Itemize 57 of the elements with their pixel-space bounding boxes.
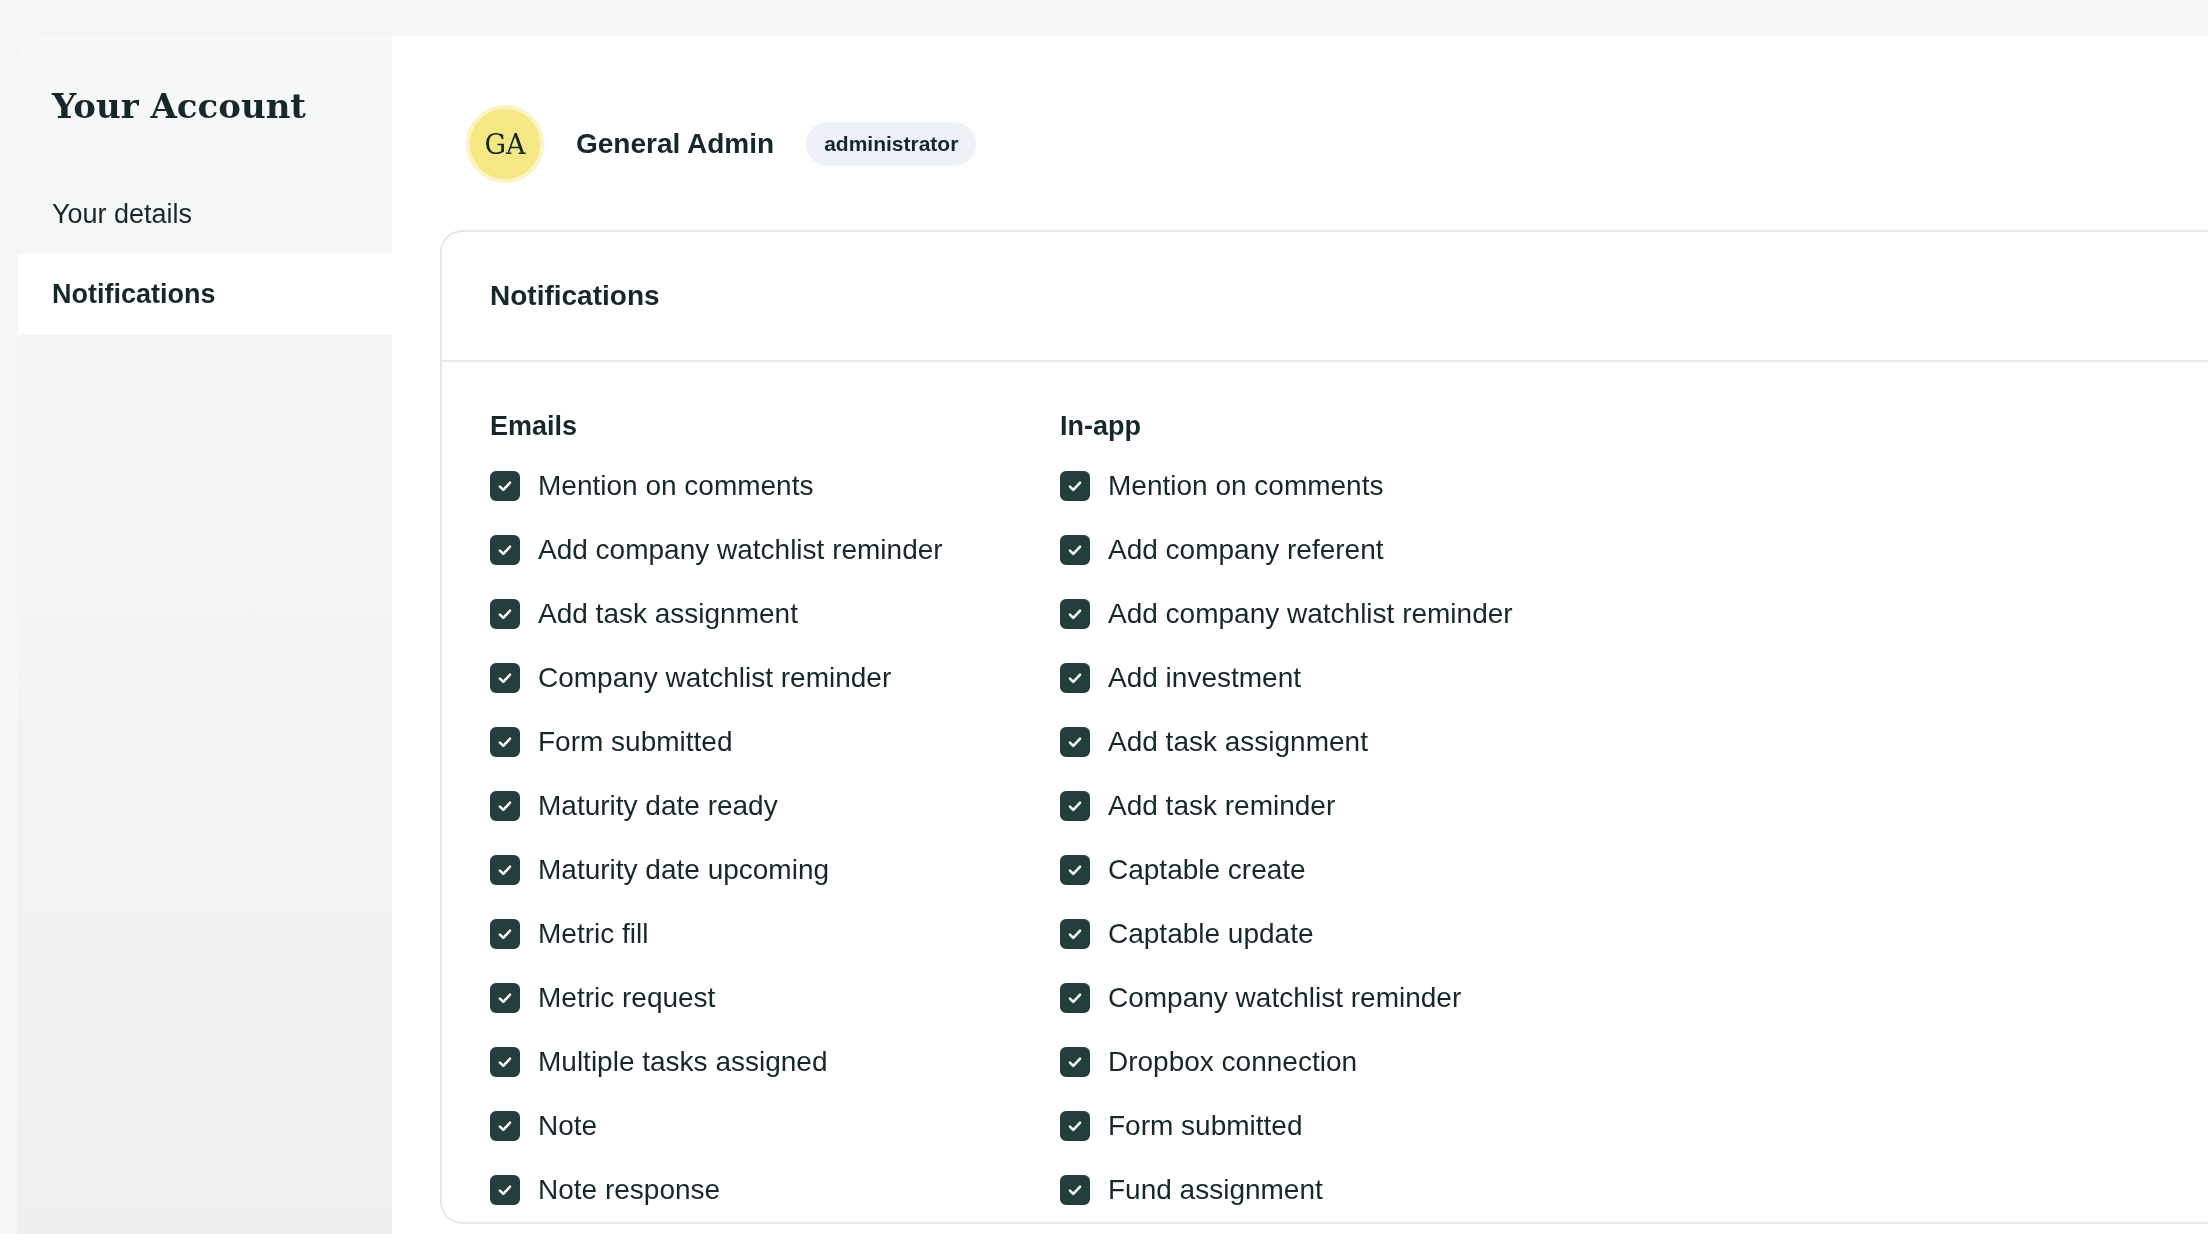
checkbox[interactable]	[490, 1175, 520, 1205]
checkbox[interactable]	[490, 471, 520, 501]
avatar: GA	[466, 105, 544, 183]
checkbox[interactable]	[490, 1047, 520, 1077]
checkbox[interactable]	[1060, 727, 1090, 757]
checkbox-option[interactable]: Company watchlist reminder	[490, 646, 1060, 710]
sidebar-item[interactable]: Notifications	[18, 254, 392, 334]
checkbox[interactable]	[1060, 1047, 1090, 1077]
checkbox[interactable]	[1060, 919, 1090, 949]
checkbox-option[interactable]: Mention on comments	[490, 454, 1060, 518]
checkbox-option[interactable]: Add company referent	[1060, 518, 1630, 582]
checkbox[interactable]	[1060, 791, 1090, 821]
checkbox-option[interactable]: Note response	[490, 1158, 1060, 1222]
checkbox-option[interactable]: Add investment	[1060, 646, 1630, 710]
card-title: Notifications	[490, 280, 660, 312]
checkbox-option[interactable]: Metric fill	[490, 902, 1060, 966]
section-heading: In-app	[1060, 410, 1142, 443]
checkbox[interactable]	[490, 599, 520, 629]
checkbox[interactable]	[490, 983, 520, 1013]
checkbox[interactable]	[1060, 855, 1090, 885]
checkbox-option[interactable]: Maturity date upcoming	[490, 838, 1060, 902]
checkbox-option[interactable]: Multiple tasks assigned	[490, 1030, 1060, 1094]
checkbox[interactable]	[490, 855, 520, 885]
checkbox-option[interactable]: Captable update	[1060, 902, 1630, 966]
user-name: General Admin	[576, 128, 775, 160]
checkbox-option[interactable]: Form submitted	[490, 710, 1060, 774]
checkbox-option[interactable]: Mention on comments	[1060, 454, 1630, 518]
sidebar-title: Your Account	[50, 86, 308, 126]
checkbox[interactable]	[1060, 1111, 1090, 1141]
checkbox-option[interactable]: Add task assignment	[1060, 710, 1630, 774]
checkbox[interactable]	[1060, 535, 1090, 565]
checkbox-option[interactable]: Form submitted	[1060, 1094, 1630, 1158]
checkbox-option[interactable]: Note	[490, 1094, 1060, 1158]
checkbox[interactable]	[490, 663, 520, 693]
sidebar-item[interactable]: Your details	[18, 174, 392, 254]
checkbox[interactable]	[490, 535, 520, 565]
checkbox-option[interactable]: Add company watchlist reminder	[1060, 582, 1630, 646]
checkbox[interactable]	[490, 919, 520, 949]
role-badge: administrator	[806, 122, 977, 166]
checkbox[interactable]	[1060, 1175, 1090, 1205]
checkbox-option[interactable]: Fund assignment	[1060, 1158, 1630, 1222]
checkbox-option[interactable]: Company watchlist reminder	[1060, 966, 1630, 1030]
checkbox-option[interactable]: Captable create	[1060, 838, 1630, 902]
checkbox[interactable]	[490, 727, 520, 757]
checkbox-option[interactable]: Add task reminder	[1060, 774, 1630, 838]
section-heading: Emails	[490, 410, 579, 443]
checkbox[interactable]	[1060, 983, 1090, 1013]
checkbox[interactable]	[1060, 663, 1090, 693]
checkbox[interactable]	[1060, 599, 1090, 629]
checkbox[interactable]	[490, 1111, 520, 1141]
checkbox[interactable]	[1060, 471, 1090, 501]
checkbox-option[interactable]: Dropbox connection	[1060, 1030, 1630, 1094]
checkbox-option[interactable]: Add company watchlist reminder	[490, 518, 1060, 582]
checkbox-option[interactable]: Metric request	[490, 966, 1060, 1030]
checkbox-option[interactable]: Maturity date ready	[490, 774, 1060, 838]
checkbox-option[interactable]: Add task assignment	[490, 582, 1060, 646]
checkbox[interactable]	[490, 791, 520, 821]
